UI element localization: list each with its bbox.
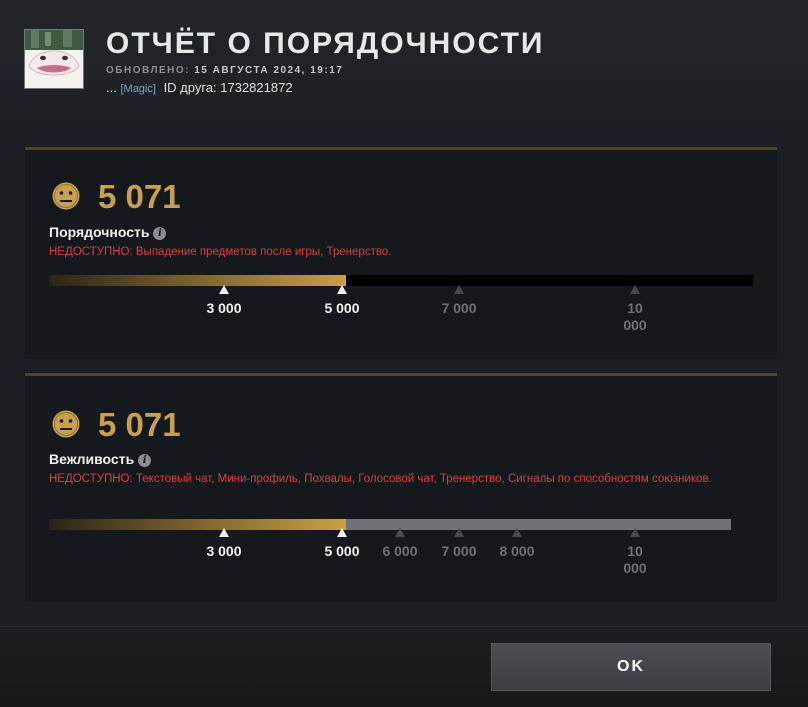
tick-marker-5000 xyxy=(337,528,347,537)
updated-date: 15 АВГУСТА 2024, 19:17 xyxy=(194,65,344,76)
unavailable-text: Выпадение предметов после игры, Тренерст… xyxy=(135,246,392,258)
conduct-label-text: Порядочность xyxy=(49,224,150,240)
unavailable-prefix: НЕДОСТУПНО: xyxy=(49,246,133,258)
neutral-face-icon xyxy=(52,182,80,210)
tick-label-7000: 7 000 xyxy=(441,300,477,316)
conduct-progress-bar xyxy=(49,275,753,286)
tick-marker-3000 xyxy=(219,528,229,537)
updated-label: ОБНОВЛЕНО: xyxy=(106,65,190,76)
conduct-panel: 5 071 Порядочность i НЕДОСТУПНО: Выпадени… xyxy=(25,147,777,359)
tick-marker-10000 xyxy=(630,528,640,537)
tick-label-6000: 6 000 xyxy=(382,543,418,559)
conduct-progress-track xyxy=(346,275,753,286)
info-icon[interactable]: i xyxy=(138,454,152,467)
tick-label-8000: 8 000 xyxy=(499,543,535,559)
tick-label-3000: 3 000 xyxy=(206,300,242,316)
report-header: ОТЧЁТ О ПОРЯДОЧНОСТИ ОБНОВЛЕНО: 15 АВГУС… xyxy=(0,0,808,122)
neutral-face-icon xyxy=(52,410,80,438)
tick-label-3000: 3 000 xyxy=(206,543,242,559)
conduct-unavailable: НЕДОСТУПНО: Выпадение предметов после иг… xyxy=(49,244,749,260)
tick-label-5000: 5 000 xyxy=(324,543,360,559)
tick-label-5000: 5 000 xyxy=(324,300,360,316)
behavior-progress-bar xyxy=(49,519,731,530)
tick-marker-6000 xyxy=(395,528,405,537)
behavior-label: Вежливость i xyxy=(49,451,152,467)
unavailable-prefix: НЕДОСТУПНО: xyxy=(49,473,133,485)
behavior-panel: 5 071 Вежливость i НЕДОСТУПНО: Текстовый … xyxy=(25,373,777,602)
unavailable-text: Текстовый чат, Мини-профиль, Похвалы, Го… xyxy=(135,473,712,485)
behavior-progress-fill xyxy=(49,519,346,530)
tick-marker-7000 xyxy=(454,285,464,294)
info-icon[interactable]: i xyxy=(153,227,167,240)
tick-marker-7000 xyxy=(454,528,464,537)
tick-marker-5000 xyxy=(337,285,347,294)
tick-marker-8000 xyxy=(512,528,522,537)
tick-marker-3000 xyxy=(219,285,229,294)
behavior-unavailable: НЕДОСТУПНО: Текстовый чат, Мини-профиль,… xyxy=(49,471,749,487)
tick-label-10000: 10 000 xyxy=(623,300,647,333)
player-info: ... [Magic] ID друга: 1732821872 xyxy=(106,80,293,95)
conduct-progress-fill xyxy=(49,275,346,286)
guild-tag: [Magic] xyxy=(120,83,156,95)
avatar[interactable] xyxy=(24,29,84,89)
behavior-score: 5 071 xyxy=(98,406,181,443)
behavior-label-text: Вежливость xyxy=(49,451,135,467)
conduct-label: Порядочность i xyxy=(49,224,167,240)
player-name[interactable]: ... xyxy=(106,80,117,95)
tick-marker-10000 xyxy=(630,285,640,294)
page-title: ОТЧЁТ О ПОРЯДОЧНОСТИ xyxy=(106,27,545,60)
updated-timestamp: ОБНОВЛЕНО: 15 АВГУСТА 2024, 19:17 xyxy=(106,65,343,76)
tick-label-10000: 10 000 xyxy=(623,543,647,576)
friend-id: ID друга: 1732821872 xyxy=(163,80,293,95)
conduct-score: 5 071 xyxy=(98,178,181,215)
ok-button[interactable]: OK xyxy=(491,643,771,691)
tick-label-7000: 7 000 xyxy=(441,543,477,559)
